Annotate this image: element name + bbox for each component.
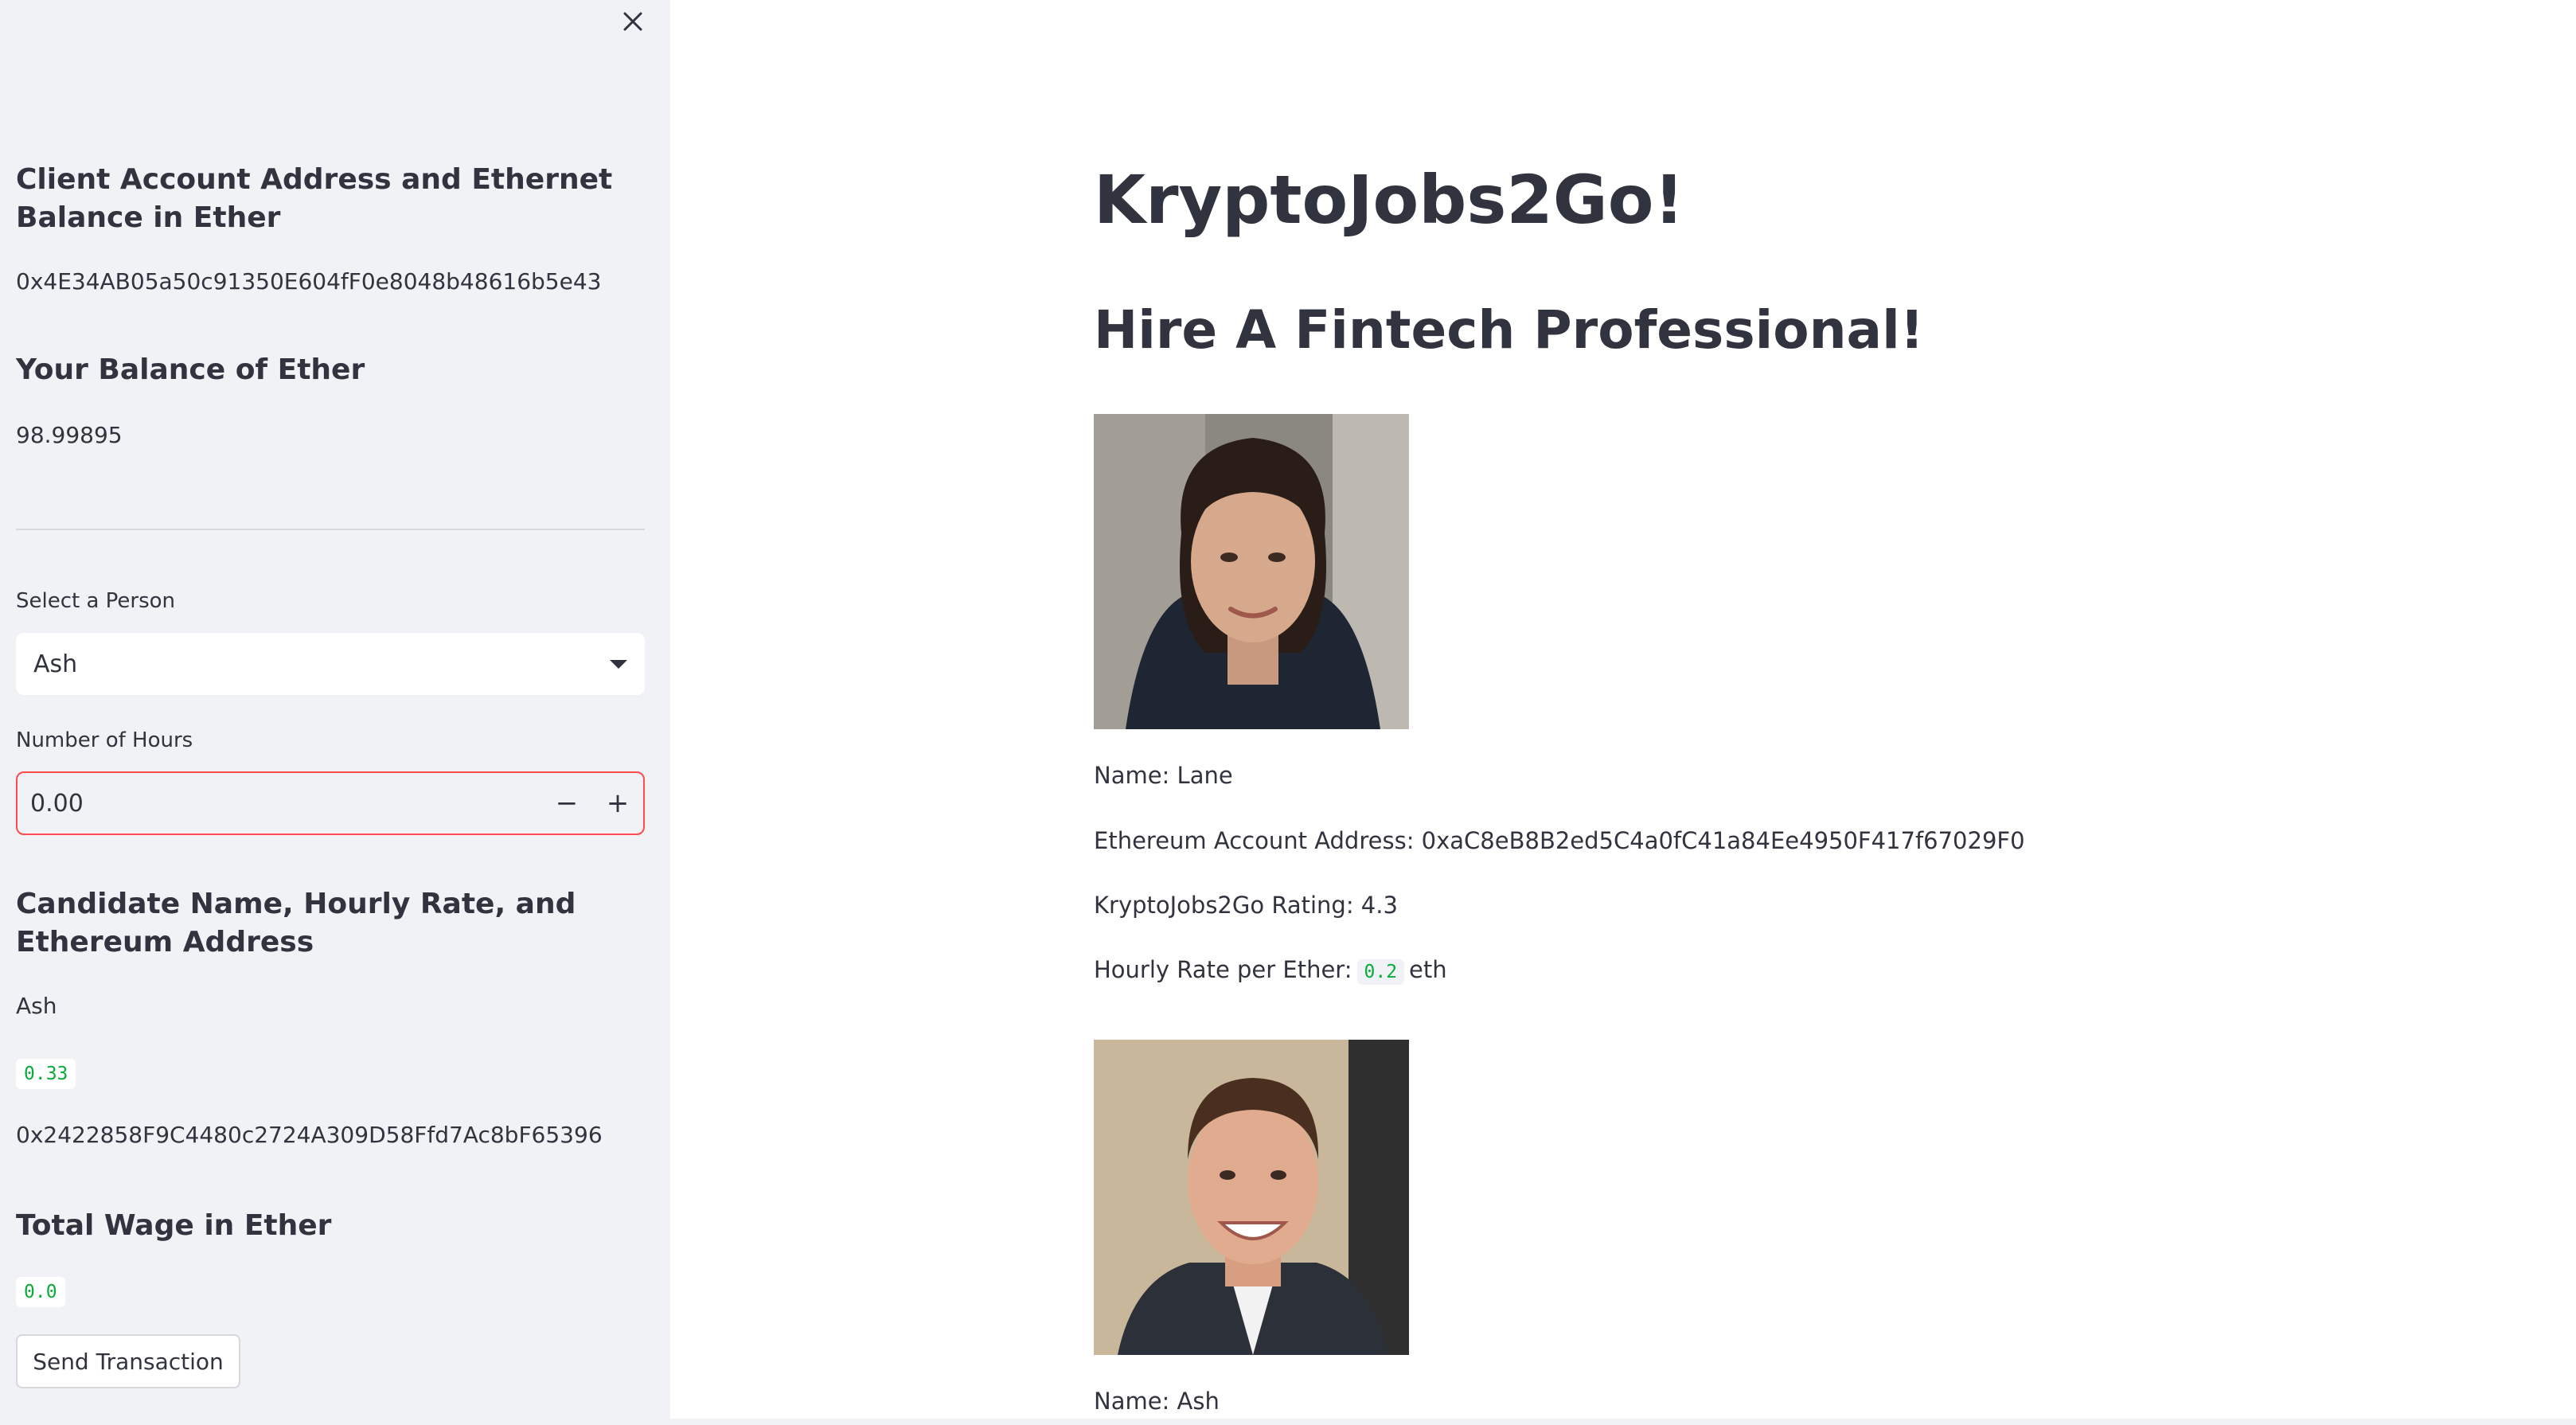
rate-prefix: Hourly Rate per Ether: [1094,956,1352,983]
candidate-name-line: Name: Lane [1094,762,1233,789]
person-select-value: Ash [33,650,78,678]
hours-input[interactable] [18,773,541,834]
candidate-address-line: Ethereum Account Address: 0xaC8eB8B2ed5C… [1094,827,2025,854]
chevron-down-icon [610,659,627,669]
account-address: 0x4E34AB05a50c91350E604fF0e8048b48616b5e… [16,268,602,295]
page-title: KryptoJobs2Go! [1094,161,1684,239]
decrement-button[interactable]: − [541,773,592,834]
candidate-rating-line: KryptoJobs2Go Rating: 4.3 [1094,892,1398,919]
rate-suffix: eth [1409,956,1447,983]
candidate-name: Ash [16,993,57,1019]
main-content: KryptoJobs2Go! Hire A Fintech Profession… [670,0,2576,1425]
sidebar: Client Account Address and Ethernet Bala… [0,0,670,1425]
candidate-name-line: Name: Ash [1094,1388,1220,1415]
rate-value: 0.2 [1356,959,1405,985]
hours-number-input: − + [16,771,645,835]
page-subtitle: Hire A Fintech Professional! [1094,299,1924,361]
send-transaction-button[interactable]: Send Transaction [16,1334,240,1388]
wage-value: 0.0 [16,1277,65,1307]
person-select[interactable]: Ash [16,633,645,695]
candidate-photo [1094,1040,1409,1355]
increment-button[interactable]: + [592,773,643,834]
select-person-label: Select a Person [16,589,176,613]
balance-heading: Your Balance of Ether [16,353,365,386]
account-heading: Client Account Address and Ethernet Bala… [16,163,613,234]
candidate-rate-line: Hourly Rate per Ether: 0.2 eth [1094,954,1447,988]
candidate-address: 0x2422858F9C4480c2724A309D58Ffd7Ac8bF653… [16,1122,603,1148]
bottom-bar [670,1419,2576,1425]
hours-label: Number of Hours [16,728,193,752]
candidate-rate: 0.33 [16,1059,76,1089]
close-icon[interactable] [616,5,650,38]
divider [16,529,645,530]
candidate-photo [1094,414,1409,729]
candidate-heading: Candidate Name, Hourly Rate, and Ethereu… [16,888,576,958]
wage-heading: Total Wage in Ether [16,1209,332,1242]
balance-value: 98.99895 [16,422,123,448]
